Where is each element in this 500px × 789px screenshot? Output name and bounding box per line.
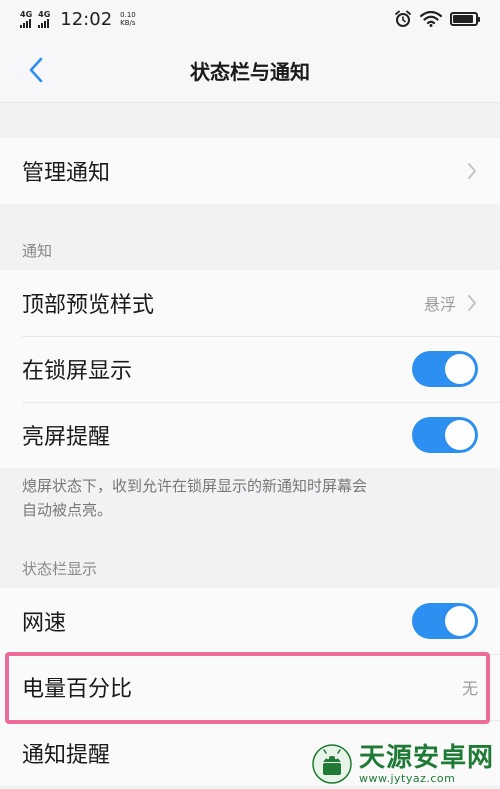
wake-screen-toggle[interactable]: [412, 417, 478, 453]
battery-percent-label: 电量百分比: [22, 677, 133, 702]
network-speed-value: 0.10: [120, 11, 136, 19]
android-logo-icon: [312, 744, 352, 784]
network-type-label-2: 4G: [38, 9, 51, 19]
statusbar-section-header: 状态栏显示: [0, 532, 500, 588]
manage-notifications-row[interactable]: 管理通知: [0, 138, 500, 204]
notification-section-header: 通知: [0, 204, 500, 270]
status-bar-left: 4G 4G 12:02 0.10 KB/s: [20, 9, 136, 30]
watermark-text: 天源安卓网 www.jytyaz.com: [359, 743, 494, 785]
network-speed: 0.10 KB/s: [120, 11, 136, 27]
watermark-name: 天源安卓网: [358, 743, 494, 773]
battery-percent-row[interactable]: 电量百分比 无: [0, 654, 500, 720]
wake-screen-row: 亮屏提醒: [0, 402, 500, 468]
notification-reminder-label: 通知提醒: [22, 743, 111, 768]
wake-screen-label: 亮屏提醒: [22, 425, 111, 450]
wake-screen-description: 熄屏状态下，收到允许在锁屏显示的新通知时屏幕会 自动被点亮。: [0, 468, 500, 532]
preview-style-row[interactable]: 顶部预览样式 悬浮: [0, 270, 500, 336]
top-spacer: [0, 103, 500, 138]
preview-style-right: 悬浮: [424, 291, 478, 315]
signal-bars-icon: [20, 18, 31, 28]
signal-indicator-1: 4G: [20, 9, 33, 28]
battery-fill: [453, 15, 473, 23]
description-line-1: 熄屏状态下，收到允许在锁屏显示的新通知时屏幕会: [22, 477, 368, 495]
chevron-left-icon: [29, 57, 43, 83]
preview-style-value: 悬浮: [423, 295, 456, 314]
toggle-knob: [445, 420, 475, 450]
network-speed-label: 网速: [22, 611, 67, 636]
lockscreen-display-toggle[interactable]: [412, 351, 478, 387]
preview-style-label: 顶部预览样式: [22, 293, 155, 318]
manage-notifications-label: 管理通知: [22, 161, 111, 186]
wifi-icon: [420, 11, 442, 27]
lockscreen-display-label: 在锁屏显示: [22, 359, 133, 384]
watermark-url: www.jytyaz.com: [358, 772, 456, 785]
description-line-2: 自动被点亮。: [22, 501, 113, 519]
network-speed-unit: KB/s: [120, 19, 136, 27]
back-button[interactable]: [18, 52, 54, 88]
network-speed-row: 网速: [0, 588, 500, 654]
status-bar-right: [394, 10, 480, 28]
battery-percent-value: 无: [461, 679, 478, 698]
status-bar: 4G 4G 12:02 0.10 KB/s: [0, 0, 500, 38]
chevron-right-icon: [466, 161, 478, 181]
watermark: 天源安卓网 www.jytyaz.com: [311, 743, 494, 785]
signal-bars-icon: [38, 18, 50, 28]
toggle-knob: [445, 354, 475, 384]
lockscreen-display-row: 在锁屏显示: [0, 336, 500, 402]
alarm-icon: [395, 10, 411, 27]
chevron-right-icon: [466, 293, 478, 313]
clock: 12:02: [60, 8, 113, 30]
toggle-knob: [445, 606, 475, 636]
network-type-label-1: 4G: [20, 9, 33, 19]
network-speed-toggle[interactable]: [412, 603, 478, 639]
battery-icon: [450, 12, 480, 26]
page-title: 状态栏与通知: [190, 59, 310, 84]
signal-indicator-2: 4G: [38, 9, 51, 28]
nav-bar: 状态栏与通知: [0, 38, 500, 103]
